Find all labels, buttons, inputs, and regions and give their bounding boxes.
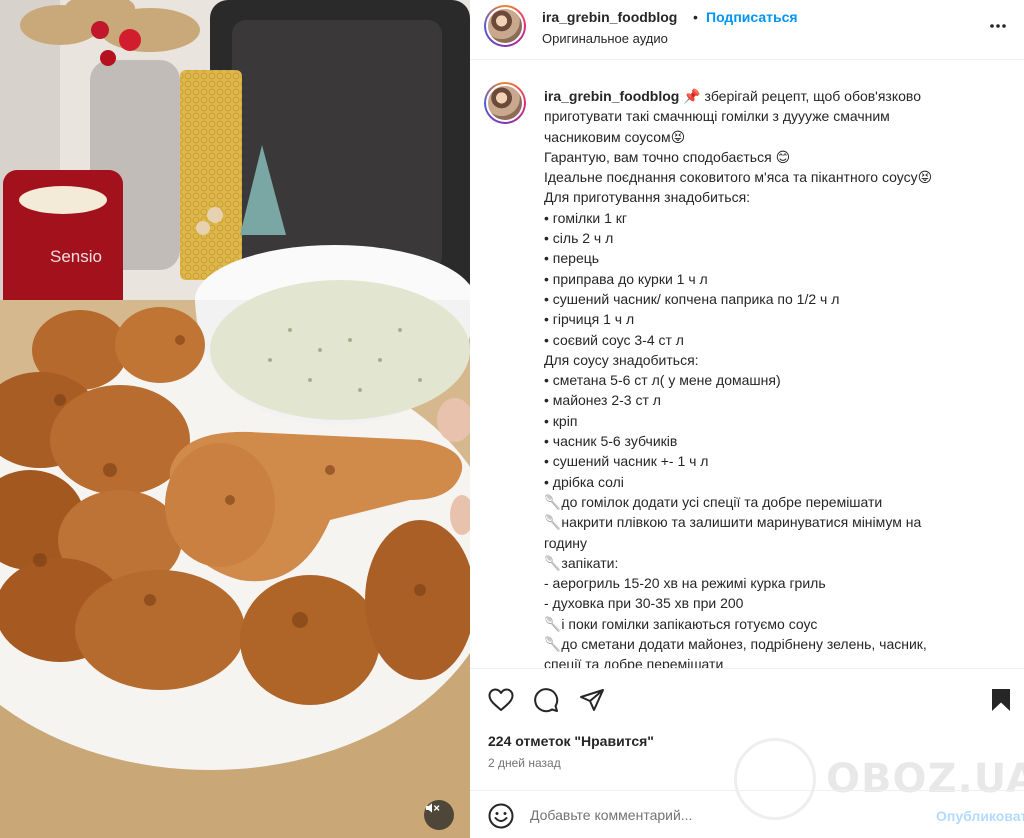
share-icon [580, 689, 604, 711]
caption-line: • соєвий соус 3-4 ст л [544, 331, 684, 348]
post-comment-button[interactable]: Опубликовать [936, 808, 1024, 824]
comment-bar: Опубликовать [470, 790, 1024, 838]
avatar[interactable] [484, 5, 526, 47]
caption-line: - аерогриль 15-20 хв на режимі курка гри… [544, 575, 826, 592]
food-photo: Sensio [0, 0, 470, 838]
caption-line: • сушений часник/ копчена паприка по 1/2… [544, 290, 840, 307]
like-button[interactable] [487, 686, 515, 714]
caption-line: спеції та добре перемішати [544, 656, 724, 668]
caption-line: • часник 5-6 зубчиків [544, 433, 678, 450]
caption-line: • гомілки 1 кг [544, 209, 628, 226]
caption-line: Для приготування знадобиться: [544, 189, 751, 206]
caption-line: • кріп [544, 412, 578, 429]
caption-line: - духовка при 30-35 хв при 200 [544, 595, 744, 612]
post-side-panel: ira_grebin_foodblog • Подписаться Оригин… [470, 0, 1024, 838]
caption-avatar[interactable] [484, 82, 526, 124]
share-button[interactable] [578, 686, 606, 714]
caption-line: Ідеальне поєднання соковитого м'яса та п… [544, 169, 933, 186]
post-date[interactable]: 2 дней назад [488, 756, 561, 770]
caption-line: • сушений часник +- 1 ч л [544, 453, 709, 470]
caption-line: 🥄до гомілок додати усі спеції та добре п… [544, 493, 883, 510]
save-button[interactable] [987, 686, 1015, 714]
comment-icon [534, 688, 559, 713]
muted-speaker-icon [426, 803, 440, 813]
caption-line: 🥄до сметани додати майонез, подрібнену з… [544, 636, 927, 653]
caption-line: годину [544, 534, 587, 551]
caption-line: 📌 зберігай рецепт, щоб обов'язково [683, 88, 921, 104]
more-options-button[interactable] [986, 14, 1010, 38]
caption-line: Гарантую, вам точно сподобається 😊 [544, 148, 791, 165]
bookmark-icon [992, 689, 1010, 711]
mute-button[interactable] [424, 800, 454, 830]
header-username[interactable]: ira_grebin_foodblog [542, 9, 677, 25]
caption-line: часниковим соусом😝 [544, 128, 686, 145]
caption-line: • сметана 5-6 ст л( у мене домашня) [544, 372, 781, 389]
caption-text: ira_grebin_foodblog 📌 зберігай рецепт, щ… [544, 86, 994, 668]
caption-line: • приправа до курки 1 ч л [544, 270, 708, 287]
caption-section: ira_grebin_foodblog 📌 зберігай рецепт, щ… [470, 70, 1024, 668]
caption-line: 🥄накрити плівкою та залишити маринуватис… [544, 514, 922, 531]
post-media[interactable]: Sensio [0, 0, 470, 838]
caption-line: • перець [544, 250, 600, 267]
emoji-icon [488, 803, 514, 829]
heart-icon [488, 688, 514, 711]
caption-line: 🥄і поки гомілки запікаються готуємо соус [544, 615, 818, 632]
action-bar [470, 668, 1024, 734]
audio-link[interactable]: Оригинальное аудио [542, 31, 668, 46]
separator-dot: • [693, 9, 698, 25]
follow-button[interactable]: Подписаться [706, 9, 798, 25]
more-icon [990, 24, 1006, 28]
emoji-button[interactable] [488, 803, 514, 834]
comment-input[interactable] [530, 803, 910, 827]
candle-label: Sensio [50, 247, 102, 266]
caption-line: • дрібка солі [544, 473, 624, 490]
caption-line: • майонез 2-3 ст л [544, 392, 661, 409]
caption-line: 🥄запікати: [544, 554, 619, 571]
caption-username[interactable]: ira_grebin_foodblog [544, 88, 679, 104]
caption-line: Для соусу знадобиться: [544, 351, 699, 368]
likes-count[interactable]: 224 отметок "Нравится" [488, 733, 654, 749]
post-header: ira_grebin_foodblog • Подписаться Оригин… [470, 0, 1024, 60]
caption-line: • гірчиця 1 ч л [544, 311, 635, 328]
comment-button[interactable] [532, 686, 560, 714]
caption-line: • сіль 2 ч л [544, 230, 614, 247]
caption-line: приготувати такі смачнющі гомілки з дууу… [544, 108, 890, 125]
